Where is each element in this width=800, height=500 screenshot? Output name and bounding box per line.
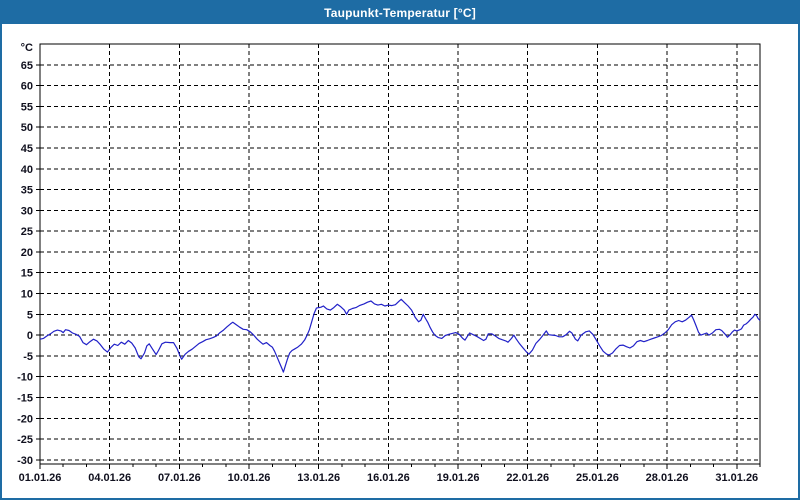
y-tick-label: 50	[21, 122, 33, 134]
y-tick-label: 60	[21, 81, 33, 93]
x-tick-label: 13.01.26	[297, 472, 340, 484]
y-tick-label: 55	[21, 101, 33, 113]
y-unit-label: °C	[21, 42, 33, 54]
chart-area: 65 60 55 50 45 40 35 30 25 20 15 10 5 0 -5 -10 -15 -20 -25…	[2, 24, 798, 498]
y-tick-label: 5	[27, 309, 33, 321]
y-tick-label: 15	[21, 268, 33, 280]
y-tick-label: 65	[21, 60, 33, 72]
x-tick-label: 31.01.26	[715, 472, 758, 484]
y-tick-label: 30	[21, 205, 33, 217]
dewpoint-line-chart: 65605550454035302520151050-5-10-15-20-25…	[17, 42, 761, 484]
y-tick-label: -5	[23, 351, 33, 363]
x-tick-label: 07.01.26	[158, 472, 201, 484]
x-tick-label: 16.01.26	[367, 472, 410, 484]
y-tick-label: -20	[17, 413, 33, 425]
chart-window: Taupunkt-Temperatur [°C] 65 60 55 50 45 40 35 3…	[0, 0, 800, 500]
y-tick-label: -25	[17, 434, 33, 446]
y-tick-label: -30	[17, 455, 33, 467]
x-tick-label: 19.01.26	[437, 472, 480, 484]
x-tick-label: 22.01.26	[506, 472, 549, 484]
y-tick-label: 40	[21, 164, 33, 176]
y-tick-label: -15	[17, 392, 33, 404]
x-tick-label: 04.01.26	[88, 472, 131, 484]
x-tick-label: 25.01.26	[576, 472, 619, 484]
y-tick-label: 35	[21, 185, 33, 197]
y-tick-label: 25	[21, 226, 33, 238]
y-tick-label: 20	[21, 247, 33, 259]
window-title: Taupunkt-Temperatur [°C]	[324, 6, 476, 20]
y-tick-label: 10	[21, 289, 33, 301]
y-tick-label: -10	[17, 372, 33, 384]
y-tick-label: 45	[21, 143, 33, 155]
window-titlebar: Taupunkt-Temperatur [°C]	[2, 2, 798, 24]
x-tick-label: 10.01.26	[228, 472, 271, 484]
x-tick-label: 28.01.26	[646, 472, 689, 484]
plot-border	[39, 43, 761, 465]
x-tick-label: 01.01.26	[19, 472, 62, 484]
dewpoint-series-line	[39, 298, 761, 373]
y-tick-label: 0	[27, 330, 33, 342]
